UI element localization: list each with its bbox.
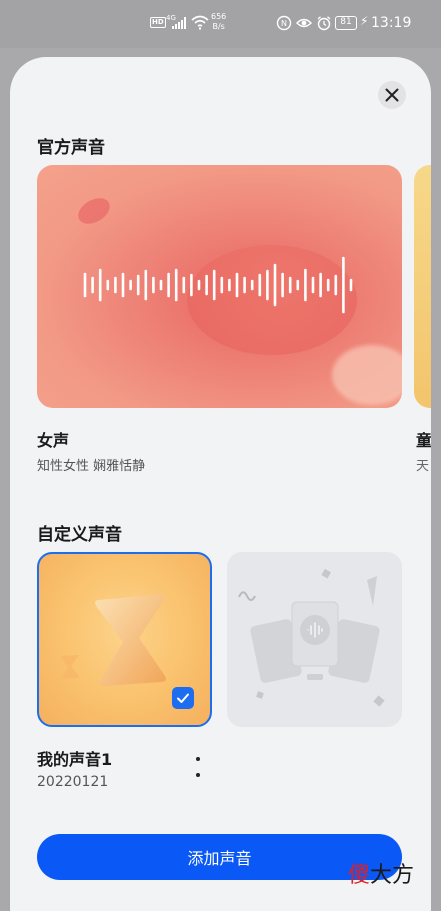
waveform-icon bbox=[83, 256, 353, 314]
status-bar: HD 4G 656 B/s N 81 ⚡ 13:19 bbox=[0, 0, 441, 48]
hourglass-icon bbox=[95, 594, 166, 686]
signal-icon bbox=[172, 17, 188, 29]
official-voice-description: 知性女性 娴雅恬静 bbox=[37, 459, 146, 474]
custom-voices-title: 自定义声音 bbox=[37, 525, 122, 545]
net-speed: 656 B/s bbox=[211, 12, 226, 32]
more-options-button[interactable] bbox=[190, 755, 206, 779]
next-voice-card[interactable] bbox=[414, 165, 431, 408]
battery-icon: 81 bbox=[335, 16, 357, 30]
add-voice-placeholder-card[interactable] bbox=[227, 552, 402, 727]
official-voice-name: 女声 bbox=[37, 431, 70, 450]
voice-cards-illustration-icon bbox=[238, 568, 385, 707]
hd-badge: HD bbox=[150, 17, 166, 28]
next-voice-name: 童 bbox=[416, 431, 431, 450]
next-voice-description: 天 bbox=[416, 459, 430, 474]
custom-voice-card[interactable] bbox=[37, 552, 212, 727]
custom-voice-date: 20220121 bbox=[37, 774, 109, 790]
official-voice-card[interactable] bbox=[37, 165, 402, 408]
eye-icon bbox=[296, 18, 312, 28]
svg-text:N: N bbox=[281, 19, 287, 28]
battery-level: 81 bbox=[340, 17, 352, 27]
voice-picker-sheet: 官方声音 女声 知性女性 娴雅恬静 童 天 自定义声音 我的声音1 202201… bbox=[10, 57, 431, 911]
close-icon bbox=[385, 88, 399, 102]
more-dot-icon bbox=[196, 773, 200, 777]
hourglass-small-icon bbox=[60, 655, 80, 679]
nfc-icon: N bbox=[276, 15, 292, 31]
close-button[interactable] bbox=[378, 81, 406, 109]
official-voices-title: 官方声音 bbox=[37, 138, 105, 158]
net-speed-unit: B/s bbox=[212, 22, 225, 31]
custom-voice-name: 我的声音1 bbox=[37, 750, 113, 769]
watermark: 傻大方 bbox=[348, 857, 414, 889]
watermark-first-char: 傻 bbox=[348, 863, 371, 888]
check-icon bbox=[177, 693, 189, 703]
alarm-icon bbox=[317, 16, 331, 31]
charging-icon: ⚡ bbox=[360, 14, 369, 28]
clock: 13:19 bbox=[371, 15, 412, 31]
wifi-icon bbox=[191, 15, 209, 30]
selected-checkbox[interactable] bbox=[172, 687, 194, 709]
more-dot-icon bbox=[196, 757, 200, 761]
net-speed-value: 656 bbox=[211, 12, 227, 21]
watermark-rest: 大方 bbox=[370, 863, 415, 888]
